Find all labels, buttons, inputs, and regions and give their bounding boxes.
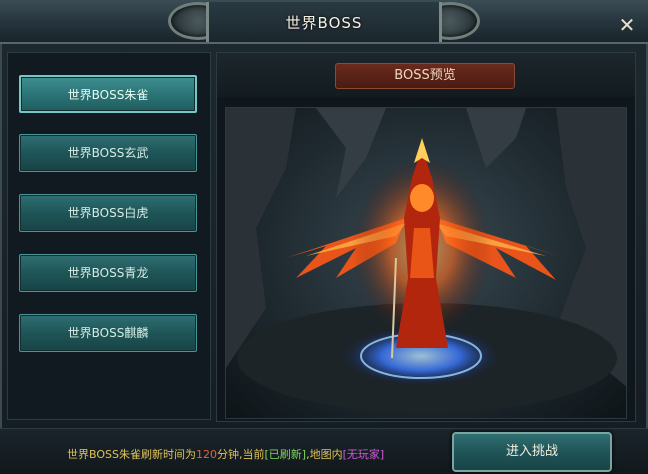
title-plate: 世界BOSS: [206, 2, 442, 42]
status-state: [已刷新]: [264, 448, 307, 461]
boss-tab-label: 世界BOSS青龙: [67, 266, 149, 280]
preview-title: BOSS预览: [394, 68, 456, 83]
status-minutes: 120: [195, 448, 217, 461]
boss-tab-baihu[interactable]: 世界BOSS白虎: [19, 194, 197, 232]
status-prefix: 世界BOSS朱雀刷新时间为: [67, 448, 196, 461]
fire-phoenix-boss-icon: [226, 108, 626, 413]
preview-title-plate: BOSS预览: [335, 63, 515, 89]
refresh-status-text: 世界BOSS朱雀刷新时间为120分钟,当前[已刷新],地图内[无玩家]: [67, 446, 384, 462]
enter-challenge-label: 进入挑战: [505, 444, 558, 459]
window-title: 世界BOSS: [285, 13, 363, 32]
status-mid2: ,地图内: [306, 448, 343, 461]
boss-list-panel: 世界BOSS朱雀 世界BOSS玄武 世界BOSS白虎 世界BOSS青龙 世界BO…: [7, 52, 211, 420]
enter-challenge-button[interactable]: 进入挑战: [452, 432, 612, 472]
boss-tab-label: 世界BOSS玄武: [67, 146, 149, 160]
boss-tab-label: 世界BOSS麒麟: [67, 326, 149, 340]
boss-tab-qilin[interactable]: 世界BOSS麒麟: [19, 314, 197, 352]
boss-tab-zhuque[interactable]: 世界BOSS朱雀: [19, 75, 197, 113]
boss-preview-panel: BOSS预览: [216, 52, 636, 422]
status-players: [无玩家]: [342, 448, 385, 461]
boss-tab-xuanwu[interactable]: 世界BOSS玄武: [19, 134, 197, 172]
preview-header: BOSS预览: [217, 53, 635, 97]
title-bar: 世界BOSS: [0, 0, 648, 44]
status-mid: 分钟,当前: [216, 448, 265, 461]
boss-tab-label: 世界BOSS朱雀: [67, 88, 149, 102]
boss-preview-image: [225, 107, 627, 419]
boss-tab-qinglong[interactable]: 世界BOSS青龙: [19, 254, 197, 292]
close-icon: ✕: [618, 13, 636, 37]
boss-tab-label: 世界BOSS白虎: [67, 206, 149, 220]
close-button[interactable]: ✕: [612, 14, 642, 36]
